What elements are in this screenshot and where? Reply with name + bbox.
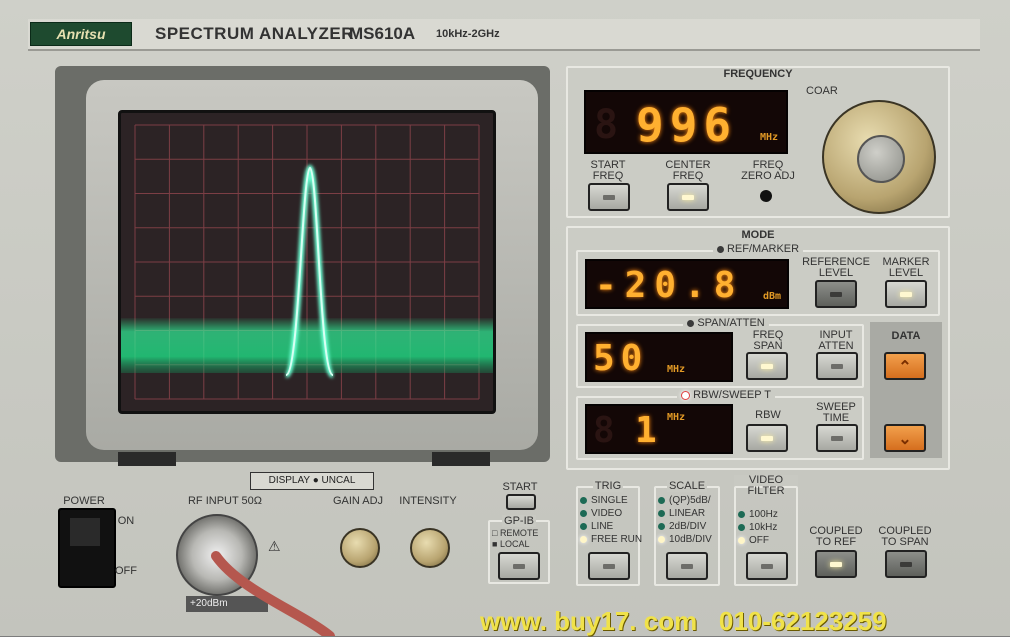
trig-options: SINGLE VIDEO LINE FREE RUN xyxy=(580,494,642,546)
coupled-to-span-button[interactable] xyxy=(885,550,927,578)
scale-options: (QP)5dB/LINEAR 2dB/DIV 10dB/DIV xyxy=(658,494,712,546)
video-filter-options: 100Hz 10kHz OFF xyxy=(738,508,778,547)
gpib-local-label: ■ LOCAL xyxy=(492,539,530,549)
watermark-text: www. buy17. com 010-62123259 xyxy=(480,606,887,636)
scale-option-label: 2dB/DIV xyxy=(669,521,707,532)
video-filter-option: 10kHz xyxy=(738,521,778,534)
scale-option: (QP)5dB/ xyxy=(658,494,712,507)
start-button[interactable] xyxy=(506,494,536,510)
video-filter-option-label: OFF xyxy=(749,535,769,546)
scale-led-icon xyxy=(658,510,665,517)
video-filter-button[interactable] xyxy=(746,552,788,580)
scale-led-icon xyxy=(658,536,665,543)
start-button-label: START xyxy=(502,481,538,493)
scale-option: LINEAR xyxy=(658,507,712,520)
scale-button[interactable] xyxy=(666,552,708,580)
trig-option: SINGLE xyxy=(580,494,642,507)
video-filter-option: OFF xyxy=(738,534,778,547)
trig-led-icon xyxy=(580,497,587,504)
gain-adj-label: GAIN ADJ xyxy=(332,495,384,507)
scale-led-icon xyxy=(658,523,665,530)
scale-option: 10dB/DIV xyxy=(658,533,712,546)
video-filter-option-label: 100Hz xyxy=(749,509,778,520)
trig-option: FREE RUN xyxy=(580,533,642,546)
trig-led-icon xyxy=(580,523,587,530)
trig-option: VIDEO xyxy=(580,507,642,520)
video-filter-led-icon xyxy=(738,524,745,531)
trig-label: TRIG xyxy=(592,480,624,492)
local-button[interactable] xyxy=(498,552,540,580)
scale-label: SCALE xyxy=(666,480,708,492)
video-filter-option: 100Hz xyxy=(738,508,778,521)
scale-option: 2dB/DIV xyxy=(658,520,712,533)
trig-led-icon xyxy=(580,510,587,517)
scale-option-label: (QP)5dB/ xyxy=(669,495,711,506)
scale-led-icon xyxy=(658,497,665,504)
scale-option-label: LINEAR xyxy=(669,508,706,519)
coupled-to-span-label: COUPLED TO SPAN xyxy=(878,525,932,548)
gpib-remote-label: □ REMOTE xyxy=(492,528,539,538)
video-filter-label: VIDEO FILTER xyxy=(734,475,798,497)
video-filter-led-icon xyxy=(738,511,745,518)
scale-option-label: 10dB/DIV xyxy=(669,534,712,545)
trig-led-icon xyxy=(580,536,587,543)
trig-option-label: SINGLE xyxy=(591,495,628,506)
intensity-label: INTENSITY xyxy=(399,495,457,507)
trig-option-label: LINE xyxy=(591,521,614,532)
trig-option-label: VIDEO xyxy=(591,508,623,519)
gain-adj-knob[interactable] xyxy=(340,528,380,568)
trig-button[interactable] xyxy=(588,552,630,580)
gpib-label: GP-IB xyxy=(502,515,536,527)
instrument-front-panel: Anritsu SPECTRUM ANALYZER MS610A 10kHz-2… xyxy=(0,0,1010,636)
video-filter-option-label: 10kHz xyxy=(749,522,778,533)
coupled-to-ref-label: COUPLED TO REF xyxy=(809,525,863,548)
coupled-to-ref-button[interactable] xyxy=(815,550,857,578)
intensity-knob[interactable] xyxy=(410,528,450,568)
video-filter-led-icon xyxy=(738,537,745,544)
trig-option-label: FREE RUN xyxy=(591,534,643,545)
trig-option: LINE xyxy=(580,520,642,533)
